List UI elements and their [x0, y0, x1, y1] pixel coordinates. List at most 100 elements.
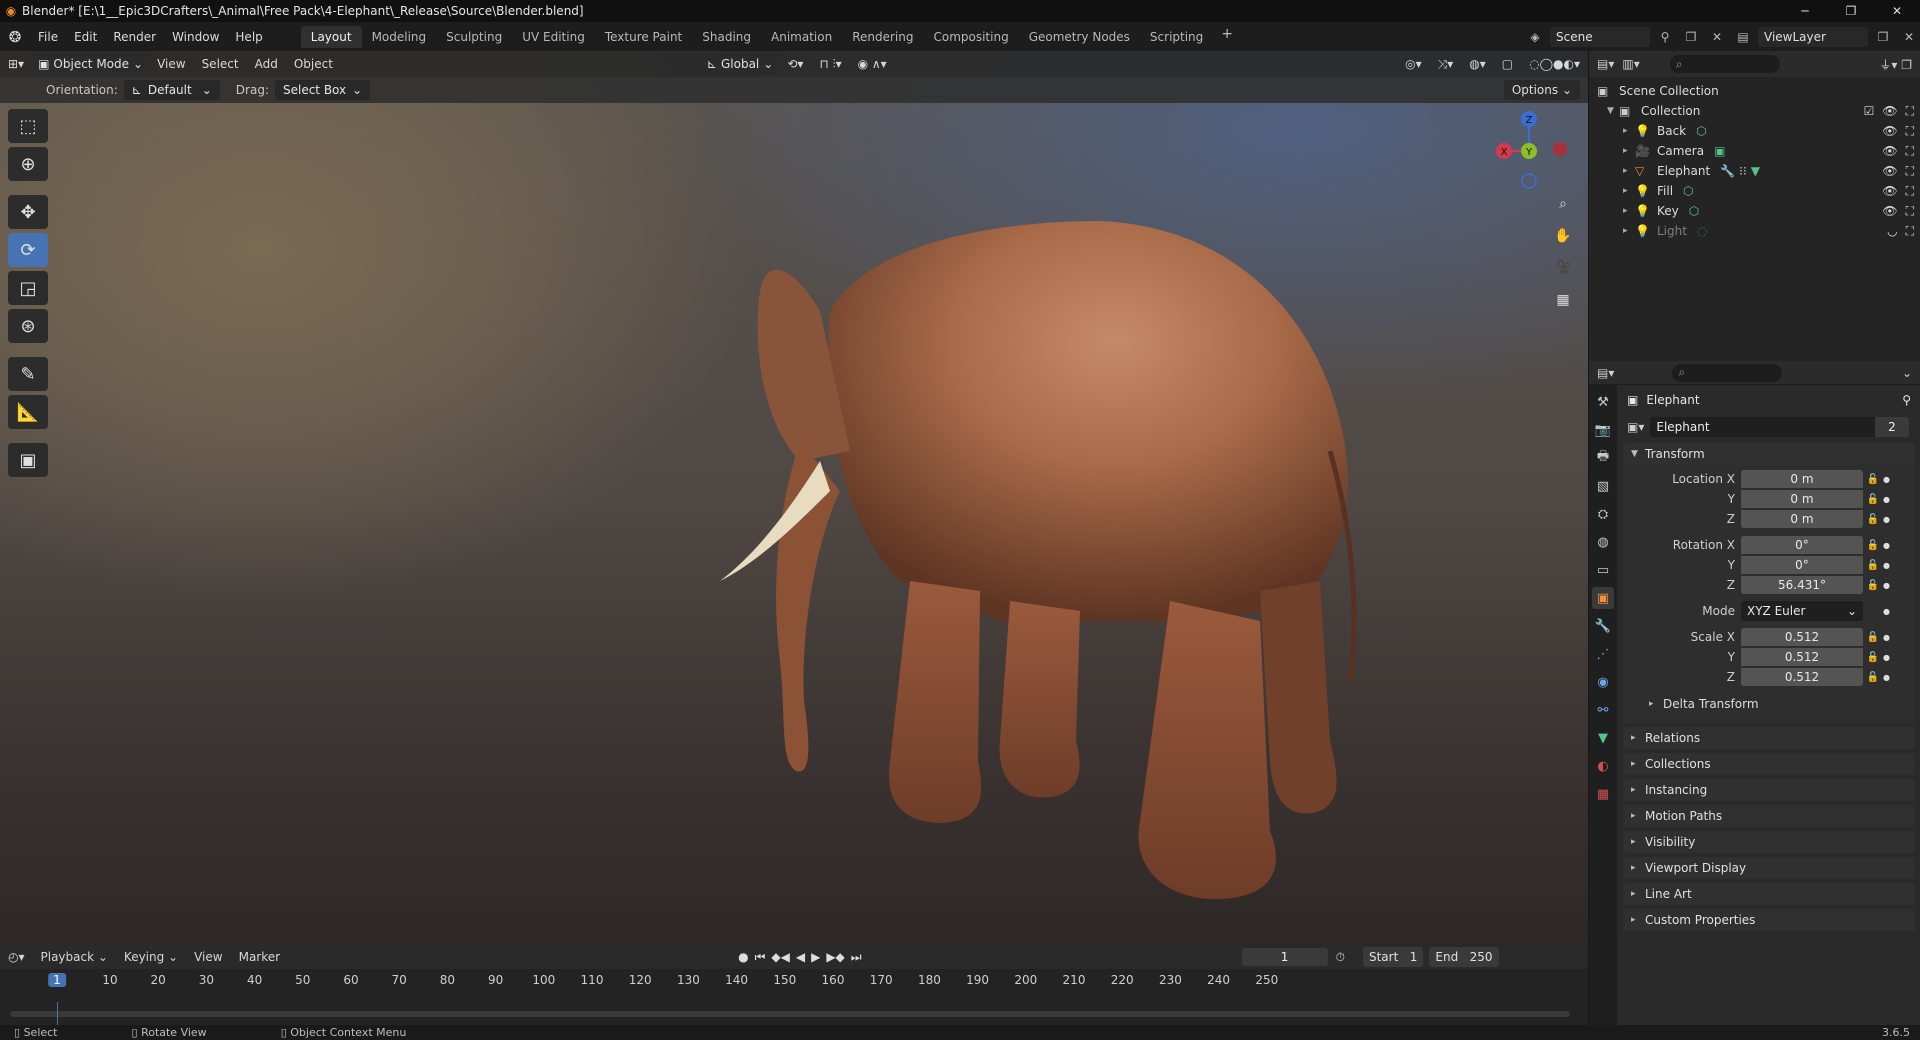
scene-name-field[interactable]: Scene [1550, 26, 1650, 47]
rotation-mode-select[interactable]: XYZ Euler ⌄ [1741, 601, 1863, 621]
camera-view-icon[interactable]: 🎥 [1550, 255, 1576, 281]
eye-icon[interactable]: 👁 [1882, 144, 1897, 159]
end-frame-field[interactable]: End 250 [1429, 947, 1499, 967]
modifier-tab-icon[interactable]: 🔧 [1592, 615, 1614, 637]
move-tool[interactable]: ✥ [8, 195, 48, 229]
editor-type-icon[interactable]: ⊞▾ [0, 57, 32, 71]
tab-sculpting[interactable]: Sculpting [436, 26, 512, 48]
data-tab-icon[interactable]: ▼ [1592, 727, 1614, 749]
pin-icon[interactable]: ⚲ [1902, 393, 1919, 407]
menu-playback[interactable]: Playback ⌄ [33, 950, 116, 964]
location-z-field[interactable]: 0 m [1741, 510, 1863, 528]
shading-modes-icon[interactable]: ◌◯●◐▾ [1521, 57, 1588, 71]
pivot-icon[interactable]: ⟲▾ [779, 57, 811, 71]
object-tab-icon[interactable]: ▣ [1592, 587, 1614, 609]
camera-render-icon[interactable]: ⛶ [1906, 184, 1914, 199]
camera-render-icon[interactable]: ⛶ [1906, 204, 1914, 219]
lock-icon[interactable]: 🔓 [1863, 580, 1883, 591]
outliner-item-key[interactable]: ▸ 💡 Key ⬡ 👁 ⛶ [1589, 201, 1920, 221]
timeline-scrollbar[interactable] [10, 1011, 1570, 1017]
annotate-tool[interactable]: ✎ [8, 357, 48, 391]
scale-tool[interactable]: ◲ [8, 271, 48, 305]
camera-render-icon[interactable]: ⛶ [1906, 164, 1914, 179]
minimize-button[interactable]: ─ [1782, 0, 1828, 22]
jump-end-icon[interactable]: ⏭ [851, 950, 862, 965]
xray-toggle-icon[interactable]: ▢ [1494, 57, 1521, 71]
menu-select[interactable]: Select [194, 57, 247, 71]
view-layer-field[interactable]: ViewLayer [1758, 26, 1868, 47]
menu-keying[interactable]: Keying ⌄ [116, 950, 186, 964]
blender-menu-icon[interactable]: ❂ [0, 28, 30, 46]
camera-render-icon[interactable]: ⛶ [1906, 224, 1914, 239]
timeline-editor-icon[interactable]: ◴▾ [0, 950, 33, 964]
overlay-toggle-icon[interactable]: ◍▾ [1461, 57, 1494, 71]
gizmo-toggle-icon[interactable]: ⤨▾ [1430, 57, 1462, 72]
lock-icon[interactable]: 🔓 [1863, 514, 1883, 525]
eye-icon[interactable]: 👁 [1882, 204, 1897, 219]
panel-custom-properties[interactable]: ▸ Custom Properties [1623, 909, 1915, 931]
location-x-field[interactable]: 0 m [1741, 470, 1863, 488]
expand-chevron-icon[interactable]: ▸ [1623, 126, 1635, 136]
tab-geometry-nodes[interactable]: Geometry Nodes [1019, 26, 1140, 48]
checkbox-icon[interactable]: ☑ [1864, 104, 1875, 119]
lock-icon[interactable]: 🔓 [1863, 672, 1883, 683]
pan-hand-icon[interactable]: ✋ [1550, 223, 1576, 249]
panel-motion-paths[interactable]: ▸ Motion Paths [1623, 805, 1915, 827]
eye-icon[interactable]: 👁 [1882, 184, 1897, 199]
menu-help[interactable]: Help [227, 26, 270, 48]
expand-chevron-icon[interactable]: ▸ [1623, 146, 1635, 156]
lock-icon[interactable]: 🔓 [1863, 560, 1883, 571]
eye-icon[interactable]: 👁 [1882, 164, 1897, 179]
rotate-tool[interactable]: ⟳ [8, 233, 48, 267]
play-reverse-icon[interactable]: ◀ [796, 950, 805, 964]
eye-icon[interactable]: 👁 [1882, 124, 1897, 139]
tab-compositing[interactable]: Compositing [923, 26, 1018, 48]
tab-layout[interactable]: Layout [300, 25, 362, 48]
ortho-grid-icon[interactable]: ▦ [1550, 287, 1576, 313]
constraints-tab-icon[interactable]: ⚯ [1592, 699, 1614, 721]
menu-add[interactable]: Add [247, 57, 286, 71]
render-tab-icon[interactable]: 📷 [1592, 419, 1614, 441]
object-browse-icon[interactable]: ▣▾ [1627, 420, 1644, 434]
prev-keyframe-icon[interactable]: ◆◀ [771, 950, 789, 964]
properties-search-input[interactable]: ⌕ [1672, 363, 1783, 382]
outliner-collection[interactable]: ▼ ▣ Collection ☑ 👁 ⛶ [1589, 101, 1920, 121]
scale-z-field[interactable]: 0.512 [1741, 668, 1863, 686]
start-frame-field[interactable]: Start 1 [1362, 947, 1424, 967]
panel-relations[interactable]: ▸ Relations [1623, 727, 1915, 749]
panel-line-art[interactable]: ▸ Line Art [1623, 883, 1915, 905]
transform-orientation-dropdown[interactable]: ⊾ Global ⌄ [700, 54, 780, 74]
transform-tool[interactable]: ⊛ [8, 309, 48, 343]
view-layer-tab-icon[interactable]: ▧ [1592, 475, 1614, 497]
scale-x-field[interactable]: 0.512 [1741, 628, 1863, 646]
camera-render-icon[interactable]: ⛶ [1906, 144, 1914, 159]
tab-modeling[interactable]: Modeling [362, 26, 437, 48]
tab-uv-editing[interactable]: UV Editing [512, 26, 595, 48]
particles-tab-icon[interactable]: ⋰ [1592, 643, 1614, 665]
menu-object[interactable]: Object [286, 57, 341, 71]
keyframe-dot-icon[interactable]: ● [1883, 515, 1895, 524]
frame-ruler[interactable]: 1 10 20 30 40 50 60 70 80 90 100 110 120 130 140 150 160… [0, 969, 1588, 993]
lock-icon[interactable]: 🔓 [1863, 474, 1883, 485]
world-tab-icon[interactable]: ◍ [1592, 531, 1614, 553]
users-count-field[interactable]: 2 [1875, 417, 1909, 437]
record-icon[interactable]: ● [738, 950, 748, 964]
add-workspace-button[interactable]: + [1213, 26, 1241, 48]
tab-texture-paint[interactable]: Texture Paint [595, 26, 692, 48]
close-button[interactable]: ✕ [1874, 0, 1920, 22]
rotation-x-field[interactable]: 0° [1741, 536, 1863, 554]
jump-start-icon[interactable]: ⏮ [755, 950, 766, 965]
expand-chevron-icon[interactable]: ▸ [1623, 206, 1635, 216]
outliner-item-elephant[interactable]: ▸ ▽ Elephant 🔧 ⁝⁝ ▼ 👁 ⛶ [1589, 161, 1920, 181]
keyframe-dot-icon[interactable]: ● [1883, 495, 1895, 504]
delete-view-layer-icon[interactable]: ✕ [1898, 27, 1920, 47]
current-frame-field[interactable]: 1 [1241, 948, 1328, 966]
lock-icon[interactable]: 🔓 [1863, 632, 1883, 643]
outliner-item-fill[interactable]: ▸ 💡 Fill ⬡ 👁 ⛶ [1589, 181, 1920, 201]
menu-timeline-view[interactable]: View [186, 950, 230, 964]
keyframe-dot-icon[interactable]: ● [1883, 633, 1895, 642]
new-scene-icon[interactable]: ❐ [1680, 27, 1702, 47]
elephant-model[interactable] [700, 201, 1400, 921]
expand-chevron-icon[interactable]: ▼ [1607, 106, 1619, 116]
menu-window[interactable]: Window [164, 26, 227, 48]
